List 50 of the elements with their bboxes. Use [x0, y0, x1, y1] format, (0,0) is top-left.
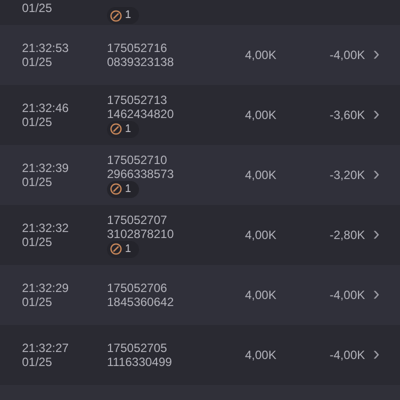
time-text: 21:32:27 [22, 340, 70, 354]
date-text: 01/25 [22, 114, 54, 128]
count-badge: 1 [107, 120, 140, 138]
transaction-row[interactable]: 21:32:27 01/25 175052705 1116330499 4,00K -4,00K › [0, 325, 400, 385]
amount-text: 4,00K [245, 347, 278, 364]
order-id: 175052707 [107, 212, 168, 226]
count-badge: 1 [107, 240, 140, 258]
order-id: 175052710 [107, 152, 168, 166]
order-number: 1116330499 [107, 355, 173, 369]
chevron-icon: › [373, 344, 380, 366]
date-text: 01/25 [22, 354, 54, 368]
date-text: 01/25 [22, 2, 54, 15]
amount-text: 4,00K [245, 287, 278, 304]
time-text: 21:32:29 [22, 280, 70, 294]
transaction-row[interactable]: 21:32:46 01/25 175052713 1462434820 1 4,00K -3,60K › [0, 85, 400, 145]
result-text: -3,20K [328, 167, 365, 184]
order-number: 3102878210 [107, 226, 175, 240]
transaction-row[interactable]: 21:32:32 01/25 175052707 3102878210 1 4,00K -2,80K › [0, 205, 400, 265]
amount-text: 4,00K [245, 47, 278, 64]
result-text: -4,00K [328, 287, 365, 304]
order-number: 1845360642 [107, 295, 175, 309]
chevron-icon: › [373, 284, 380, 306]
chevron-icon: › [373, 44, 380, 66]
result-text: -4,00K [328, 347, 365, 364]
date-text: 01/25 [22, 294, 54, 308]
amount-text: 4,00K [245, 167, 278, 184]
order-number: 2966338573 [107, 166, 175, 180]
time-text: 21:32:39 [22, 160, 70, 174]
date-text: 01/25 [22, 174, 54, 188]
order-number: 0839323138 [107, 55, 175, 69]
time-text: 21:32:46 [22, 100, 70, 114]
time-text: 21:32:32 [22, 220, 70, 234]
order-id: 175052705 [107, 341, 168, 355]
chevron-icon: › [373, 104, 380, 126]
order-id: 175052716 [107, 41, 168, 55]
result-text: -4,00K [328, 47, 365, 64]
count-badge: 1 [107, 180, 140, 198]
date-text: 01/25 [22, 234, 54, 248]
chevron-icon: › [373, 224, 380, 246]
result-text: -2,80K [328, 227, 365, 244]
time-text: 21:32:53 [22, 40, 70, 54]
order-id: 175052706 [107, 281, 168, 295]
amount-text: 4,00K [245, 107, 278, 124]
result-text: -3,60K [328, 107, 365, 124]
date-text: 01/25 [22, 54, 54, 68]
order-number: 1462434820 [107, 106, 175, 120]
amount-text: 4,00K [245, 227, 278, 244]
chevron-icon: › [373, 164, 380, 186]
count-badge: 1 [107, 7, 140, 24]
order-id: 175052713 [107, 92, 168, 106]
